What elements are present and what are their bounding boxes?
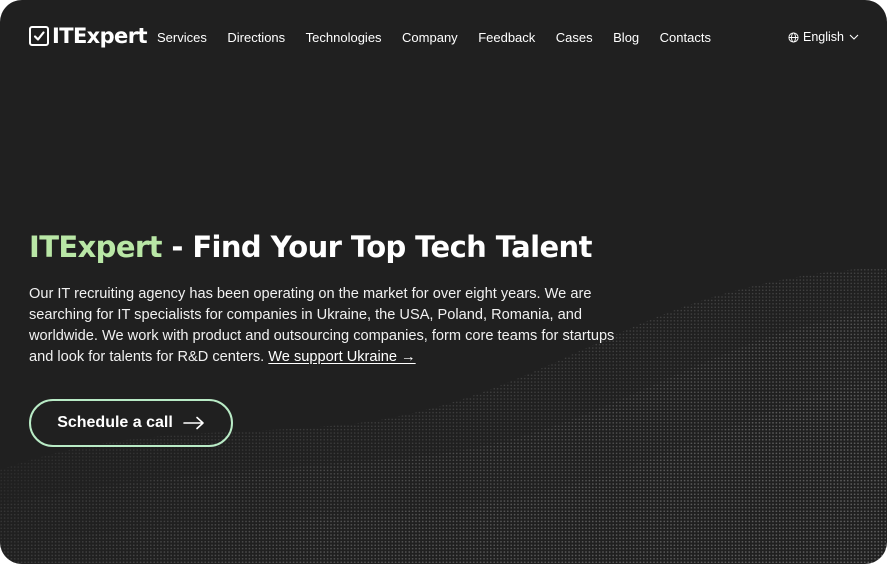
schedule-call-button[interactable]: Schedule a call [29,399,233,447]
site-header: ITExpert Services Directions Technologie… [0,0,887,76]
nav-item-cases[interactable]: Cases [556,30,593,45]
nav-item-technologies[interactable]: Technologies [306,30,382,45]
arrow-right-icon [182,416,205,430]
nav-item-company[interactable]: Company [402,30,458,45]
schedule-call-label: Schedule a call [57,414,173,431]
support-ukraine-link[interactable]: We support Ukraine → [268,349,415,365]
site-logo[interactable]: ITExpert [29,22,148,50]
language-label: English [803,30,844,44]
chevron-down-icon [849,34,859,40]
dotted-wave-background [0,260,887,564]
logo-text: ITExpert [52,24,148,48]
nav-item-directions[interactable]: Directions [227,30,285,45]
globe-icon [788,31,799,43]
hero-title-rest: - Find Your Top Tech Talent [161,230,592,264]
hero-title-brand: ITExpert [29,230,162,264]
language-selector[interactable]: English [788,30,859,44]
nav-item-contacts[interactable]: Contacts [660,30,711,45]
nav-item-services[interactable]: Services [157,30,207,45]
nav-item-blog[interactable]: Blog [613,30,639,45]
nav-item-feedback[interactable]: Feedback [478,30,535,45]
checkbox-icon [29,26,49,46]
hero-title: ITExpert - Find Your Top Tech Talent [29,230,592,264]
page-frame: ITExpert Services Directions Technologie… [0,0,887,564]
hero-description: Our IT recruiting agency has been operat… [29,284,629,368]
main-nav: Services Directions Technologies Company… [157,30,731,45]
